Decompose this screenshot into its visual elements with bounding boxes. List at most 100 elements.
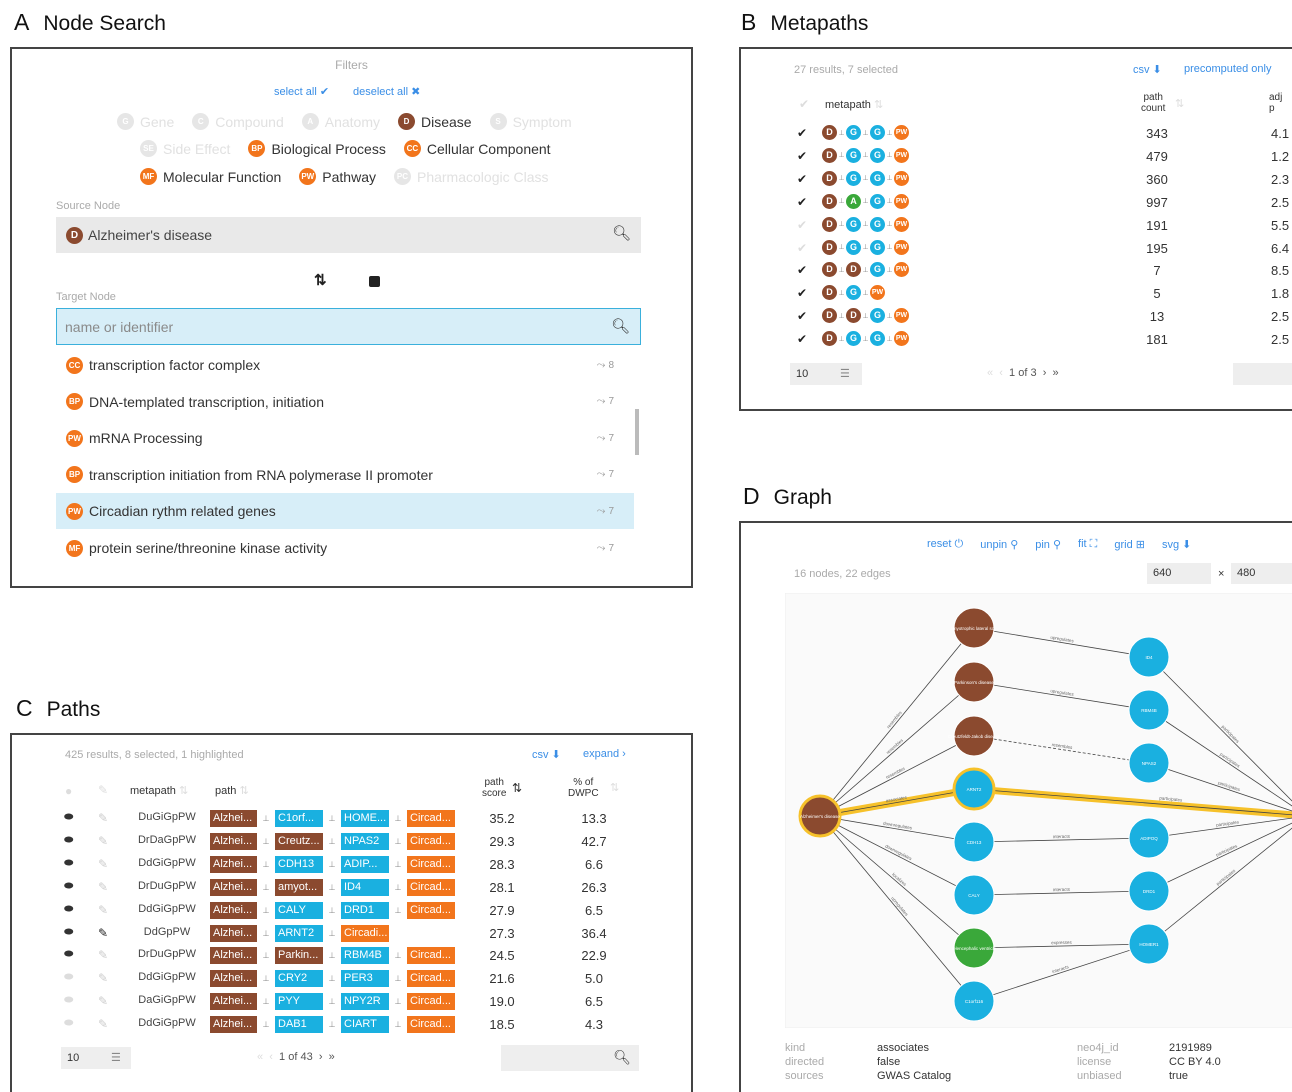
precomputed-only-toggle[interactable]: precomputed only bbox=[1184, 63, 1271, 75]
dropdown-scrollbar[interactable] bbox=[635, 409, 639, 455]
eye-icon[interactable]: ⬬ bbox=[64, 834, 73, 847]
filter-gene[interactable]: G Gene bbox=[117, 113, 174, 130]
metapath-checkbox[interactable]: ✔ bbox=[797, 241, 807, 255]
graph-node[interactable]: RBM4B bbox=[1128, 689, 1170, 731]
metapath-row[interactable]: D ⊥ G ⊥ G ⊥ PW bbox=[822, 239, 909, 255]
filter-side-effect[interactable]: SE Side Effect bbox=[140, 140, 230, 157]
graph-reset-button[interactable]: reset ⏻ bbox=[927, 538, 963, 551]
graph-node[interactable]: CDH13 bbox=[953, 821, 995, 863]
sort-icon[interactable]: ⇅ bbox=[179, 785, 188, 797]
filter-pathway[interactable]: PW Pathway bbox=[299, 168, 376, 185]
paths-csv-button[interactable]: csv ⬇ bbox=[532, 748, 561, 761]
select-all-check-icon[interactable]: ✔ bbox=[799, 97, 809, 111]
path-row[interactable]: ⬬ ✎ DdGiGpPW Alzhei... ⊥ DAB1 ⊥ CIART ⊥ Circad...… bbox=[12, 1014, 688, 1037]
next-page-icon[interactable]: › bbox=[1043, 367, 1047, 379]
prev-page-icon[interactable]: ‹ bbox=[999, 367, 1003, 379]
first-page-icon[interactable]: « bbox=[987, 367, 993, 379]
expand-button[interactable]: expand › bbox=[583, 748, 626, 760]
eye-icon[interactable]: ⬬ bbox=[64, 857, 73, 870]
pin-icon[interactable]: ✎ bbox=[98, 1017, 108, 1031]
graph-pin-button[interactable]: pin ⚲ bbox=[1035, 538, 1061, 551]
filter-biological-process[interactable]: BP Biological Process bbox=[248, 140, 386, 157]
metapath-checkbox[interactable]: ✔ bbox=[797, 309, 807, 323]
graph-node[interactable]: Alzheimer's disease bbox=[798, 794, 842, 838]
graph-svg-button[interactable]: svg ⬇ bbox=[1162, 538, 1191, 551]
graph-node[interactable]: DRD1 bbox=[1128, 870, 1170, 912]
last-page-icon[interactable]: » bbox=[329, 1051, 335, 1063]
graph-node[interactable]: ID4 bbox=[1128, 636, 1170, 678]
pin-icon[interactable]: ✎ bbox=[98, 903, 108, 917]
pin-icon[interactable]: ✎ bbox=[98, 880, 108, 894]
metapath-row[interactable]: D ⊥ G ⊥ G ⊥ PW bbox=[822, 125, 909, 140]
search-icon[interactable]: 🔍︎ bbox=[612, 224, 631, 242]
sort-desc-icon[interactable]: ⇅ bbox=[512, 781, 522, 795]
graph-node[interactable]: NPAS2 bbox=[1128, 742, 1170, 784]
path-row[interactable]: ⬬ ✎ DrDuGpPW Alzhei... ⊥ amyot... ⊥ ID4 ⊥ Circad.… bbox=[12, 877, 688, 900]
path-row[interactable]: ⬬ ✎ DdGiGpPW Alzhei... ⊥ CRY2 ⊥ PER3 ⊥ Circad... 2… bbox=[12, 968, 688, 991]
metapath-row[interactable]: D ⊥ D ⊥ G ⊥ PW bbox=[822, 262, 909, 278]
search-icon[interactable]: 🔍︎ bbox=[611, 317, 630, 335]
pin-icon[interactable]: ✎ bbox=[98, 948, 108, 962]
metapath-checkbox[interactable]: ✔ bbox=[797, 195, 807, 209]
eye-icon[interactable]: ⬬ bbox=[64, 994, 73, 1007]
deselect-all-button[interactable]: deselect all ✖ bbox=[353, 85, 420, 98]
page-size-select[interactable]: 10 ☰ bbox=[790, 363, 862, 385]
dropdown-option[interactable]: CC transcription factor complex ⤳ 8 bbox=[56, 347, 634, 383]
metapath-row[interactable]: D ⊥ G ⊥ G ⊥ PW bbox=[822, 216, 909, 232]
dropdown-option[interactable]: BP transcription initiation from RNA poly… bbox=[56, 457, 634, 493]
path-row[interactable]: ⬬ ✎ DdGiGpPW Alzhei... ⊥ CALY ⊥ DRD1 ⊥ Circad... 2… bbox=[12, 900, 688, 923]
clear-icon[interactable] bbox=[369, 276, 380, 287]
path-row[interactable]: ⬬ ✎ DrDuGpPW Alzhei... ⊥ Parkin... ⊥ RBM4B ⊥ Circ… bbox=[12, 945, 688, 968]
path-row[interactable]: ⬬ ✎ DdGiGpPW Alzhei... ⊥ CDH13 ⊥ ADIP... ⊥ Circad… bbox=[12, 854, 688, 877]
path-row[interactable]: ⬬ ✎ DuGiGpPW Alzhei... ⊥ C1orf... ⊥ HOME... ⊥ Cir… bbox=[12, 808, 688, 831]
metapath-row[interactable]: D ⊥ G ⊥ PW bbox=[822, 285, 885, 301]
dropdown-option[interactable]: MF protein serine/threonine kinase activi… bbox=[56, 530, 634, 566]
eye-header-icon[interactable]: ● bbox=[65, 784, 72, 798]
graph-node[interactable]: ADIPOQ bbox=[1128, 817, 1170, 859]
filter-cellular-component[interactable]: CC Cellular Component bbox=[403, 140, 551, 157]
path-column-header[interactable]: path ⇅ bbox=[215, 784, 249, 797]
graph-node[interactable]: Parkinson's disease bbox=[953, 661, 995, 703]
select-all-button[interactable]: select all ✔ bbox=[274, 85, 329, 98]
graph-node[interactable]: ARNT2 bbox=[952, 767, 996, 811]
metapath-checkbox[interactable]: ✔ bbox=[797, 332, 807, 346]
metapath-checkbox[interactable]: ✔ bbox=[797, 172, 807, 186]
pin-header-icon[interactable]: ✎ bbox=[98, 783, 108, 797]
pin-icon[interactable]: ✎ bbox=[98, 834, 108, 848]
graph-node[interactable]: CALY bbox=[953, 874, 995, 916]
metapath-checkbox[interactable]: ✔ bbox=[797, 286, 807, 300]
graph-height-input[interactable]: 480 bbox=[1231, 563, 1292, 584]
graph-node[interactable]: C1orf116 bbox=[953, 980, 995, 1022]
filter-pharmacologic-class[interactable]: PC Pharmacologic Class bbox=[393, 168, 548, 185]
metapath-checkbox[interactable]: ✔ bbox=[797, 149, 807, 163]
path-row[interactable]: ⬬ ✎ DrDaGpPW Alzhei... ⊥ Creutz... ⊥ NPAS2 ⊥ Circ… bbox=[12, 831, 688, 854]
pin-icon[interactable]: ✎ bbox=[98, 811, 108, 825]
filter-compound[interactable]: C Compound bbox=[192, 113, 284, 130]
graph-fit-button[interactable]: fit ⛶ bbox=[1078, 538, 1097, 551]
path-row[interactable]: ⬬ ✎ DaGiGpPW Alzhei... ⊥ PYY ⊥ NPY2R ⊥ Circad... 1… bbox=[12, 991, 688, 1014]
paths-page-size-select[interactable]: 10 ☰ bbox=[61, 1047, 131, 1069]
sort-icon[interactable]: ⇅ bbox=[874, 99, 883, 111]
dropdown-option[interactable]: PW Circadian rythm related genes ⤳ 7 bbox=[56, 493, 634, 530]
eye-icon[interactable]: ⬬ bbox=[64, 926, 73, 939]
path-row[interactable]: ⬬ ✎ DdGpPW Alzhei... ⊥ ARNT2 ⊥ Circadi... 27.3 36… bbox=[12, 923, 688, 946]
metapath-row[interactable]: D ⊥ G ⊥ G ⊥ PW bbox=[822, 170, 909, 186]
eye-icon[interactable]: ⬬ bbox=[64, 811, 73, 824]
filter-symptom[interactable]: S Symptom bbox=[489, 113, 572, 130]
adj-column-header[interactable]: adj p bbox=[1269, 92, 1282, 114]
filter-anatomy[interactable]: A Anatomy bbox=[301, 113, 380, 130]
sort-icon[interactable]: ⇅ bbox=[239, 785, 248, 797]
dropdown-option[interactable]: BP DNA-templated transcription, initiatio… bbox=[56, 384, 634, 420]
eye-icon[interactable]: ⬬ bbox=[64, 1017, 73, 1030]
graph-unpin-button[interactable]: unpin ⚲ bbox=[980, 538, 1018, 551]
prev-page-icon[interactable]: ‹ bbox=[269, 1051, 273, 1063]
graph-canvas[interactable]: resemblesupregulatesresemblesupregulates… bbox=[785, 593, 1292, 1028]
next-page-icon[interactable]: › bbox=[319, 1051, 323, 1063]
eye-icon[interactable]: ⬬ bbox=[64, 948, 73, 961]
metapath-checkbox[interactable]: ✔ bbox=[797, 218, 807, 232]
path-score-column-header[interactable]: path score bbox=[482, 777, 506, 799]
paths-search-input[interactable]: 🔍︎ bbox=[501, 1045, 639, 1071]
pin-icon[interactable]: ✎ bbox=[98, 857, 108, 871]
swap-icon[interactable]: ⇅ bbox=[314, 271, 327, 289]
graph-node[interactable]: HOMER1 bbox=[1128, 923, 1170, 965]
